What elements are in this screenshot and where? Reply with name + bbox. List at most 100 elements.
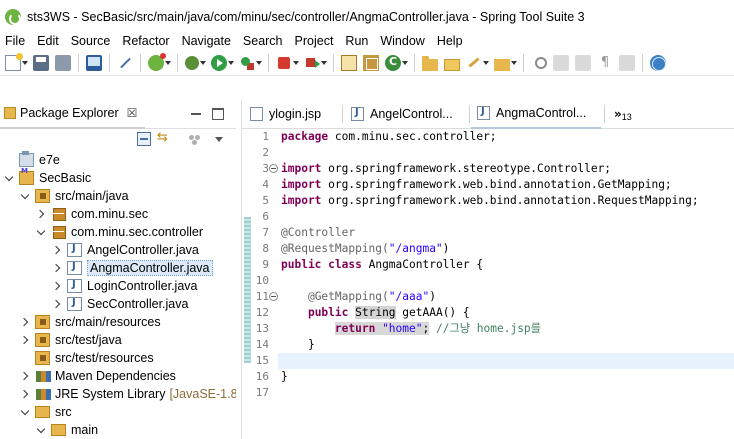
new-package-icon[interactable] [363, 54, 379, 71]
code-text: } [281, 369, 288, 385]
code-editor[interactable]: 1 package com.minu.sec.controller; 2 3 i… [242, 129, 734, 439]
new-class-dropdown-icon[interactable] [402, 55, 408, 71]
focus-icon[interactable] [188, 132, 202, 146]
menu-help[interactable]: Help [437, 34, 463, 48]
chevron-down-icon[interactable] [37, 227, 47, 237]
menu-source[interactable]: Source [71, 34, 111, 48]
doc-icon[interactable] [575, 54, 591, 71]
tree-item[interactable]: com.minu.sec [0, 205, 236, 223]
menu-run[interactable]: Run [345, 34, 368, 48]
debug-icon[interactable] [185, 55, 199, 70]
debug-dropdown-icon[interactable] [200, 55, 206, 71]
minimize-icon[interactable] [190, 108, 202, 120]
code-line: 5 import org.springframework.web.bind.an… [242, 193, 734, 209]
tree-item[interactable]: SecBasic [0, 167, 236, 187]
tree-item-label: AngelController.java [87, 243, 199, 257]
open-folder-icon[interactable] [444, 58, 460, 71]
terminal-icon[interactable] [86, 54, 102, 71]
folder-arrow-icon[interactable] [494, 58, 510, 71]
pen-icon[interactable] [553, 54, 569, 71]
menu-project[interactable]: Project [295, 34, 334, 48]
stop-icon[interactable] [278, 56, 290, 69]
chevron-right-icon[interactable] [21, 335, 31, 345]
tree-item[interactable]: AngelController.java [0, 241, 236, 259]
chevron-right-icon[interactable] [21, 389, 31, 399]
tree-item[interactable]: src/main/resources [0, 313, 236, 331]
open-type-icon[interactable] [422, 55, 438, 71]
tree-item[interactable]: AngmaController.java [0, 259, 236, 277]
new-dropdown-icon[interactable] [22, 55, 28, 71]
menu-edit[interactable]: Edit [37, 34, 59, 48]
collapse-all-icon[interactable] [137, 132, 151, 146]
run-icon[interactable] [211, 54, 227, 71]
search-dropdown-icon[interactable] [483, 55, 489, 71]
tree-item[interactable]: src/test/resources [0, 349, 236, 367]
chevron-right-icon[interactable] [21, 317, 31, 327]
save-all-icon[interactable] [55, 54, 71, 71]
title-bar: sts3WS - SecBasic/src/main/java/com/minu… [0, 0, 734, 33]
tab-ylogin[interactable]: ylogin.jsp [244, 99, 341, 129]
boot-dropdown-icon[interactable] [165, 55, 171, 71]
run-server-dropdown-icon[interactable] [321, 55, 327, 71]
line-number: 4 [262, 178, 269, 191]
pin-icon[interactable] [531, 55, 547, 71]
close-icon[interactable]: ☒ [127, 106, 138, 120]
code-token: ) [442, 242, 450, 255]
chevron-down-icon[interactable] [5, 173, 15, 183]
tree-item[interactable]: SecController.java [0, 295, 236, 313]
run-external-icon[interactable] [239, 55, 255, 71]
chevron-right-icon[interactable] [21, 371, 31, 381]
stop-dropdown-icon[interactable] [293, 55, 299, 71]
tree-item[interactable]: e7e [0, 151, 236, 169]
fold-minus-icon[interactable] [269, 292, 278, 301]
chevron-down-icon[interactable] [21, 407, 31, 417]
tab-angmacontroller[interactable]: AngmaControl... [471, 99, 601, 129]
run-dropdown-icon[interactable] [228, 55, 234, 71]
tree-item[interactable]: src [0, 403, 236, 421]
save-icon[interactable] [33, 54, 49, 71]
chevron-down-icon[interactable] [21, 191, 31, 201]
tree-item[interactable]: main [0, 421, 236, 439]
maximize-icon[interactable] [212, 108, 224, 120]
tree-item[interactable]: src/main/java [0, 187, 236, 205]
spring-boot-icon[interactable] [148, 52, 166, 71]
chevron-right-icon[interactable] [37, 209, 47, 219]
paragraph-icon[interactable]: ¶ [597, 55, 613, 71]
tree-item[interactable]: LoginController.java [0, 277, 236, 295]
tab-angelcontroller[interactable]: AngelControl... [345, 99, 468, 129]
chevron-right-icon[interactable] [53, 245, 63, 255]
line-number: 1 [262, 130, 269, 143]
fold-minus-icon[interactable] [269, 164, 278, 173]
tree-item[interactable]: Maven Dependencies [0, 367, 236, 385]
wand-icon[interactable] [117, 55, 133, 71]
globe-icon[interactable] [650, 54, 666, 71]
new-class-icon[interactable] [385, 54, 401, 71]
menu-search[interactable]: Search [243, 34, 283, 48]
run-external-dropdown-icon[interactable] [256, 55, 262, 71]
chevron-right-icon[interactable] [53, 281, 63, 291]
chevron-right-icon[interactable] [53, 299, 63, 309]
tab-package-explorer[interactable]: Package Explorer ☒ [0, 99, 145, 129]
run-server-icon[interactable] [304, 55, 320, 71]
menu-navigate[interactable]: Navigate [182, 34, 231, 48]
new-java-project-icon[interactable] [341, 54, 357, 71]
tab-overflow-button[interactable]: » 13 [614, 99, 632, 129]
tree-item[interactable]: src/test/java [0, 331, 236, 349]
new-icon[interactable] [5, 52, 23, 71]
view-menu-icon[interactable] [212, 132, 226, 146]
menu-file[interactable]: File [5, 34, 25, 48]
folder-arrow-dropdown-icon[interactable] [511, 55, 517, 71]
tree-item[interactable]: com.minu.sec.controller [0, 223, 236, 241]
tab-separator [604, 105, 605, 123]
chevron-right-icon[interactable] [53, 263, 63, 273]
annotation: @RequestMapping( [281, 242, 389, 255]
chevron-down-icon[interactable] [37, 425, 47, 435]
menu-window[interactable]: Window [380, 34, 424, 48]
tree-item-label: e7e [39, 153, 60, 167]
search-icon[interactable] [466, 55, 482, 71]
menu-refactor[interactable]: Refactor [122, 34, 169, 48]
link-with-editor-icon[interactable] [157, 130, 171, 146]
tree-item[interactable]: JRE System Library [JavaSE-1.8] [0, 385, 236, 403]
editor-tab-bar: ylogin.jsp AngelControl... AngmaControl.… [242, 99, 734, 129]
list-icon[interactable] [619, 54, 635, 71]
